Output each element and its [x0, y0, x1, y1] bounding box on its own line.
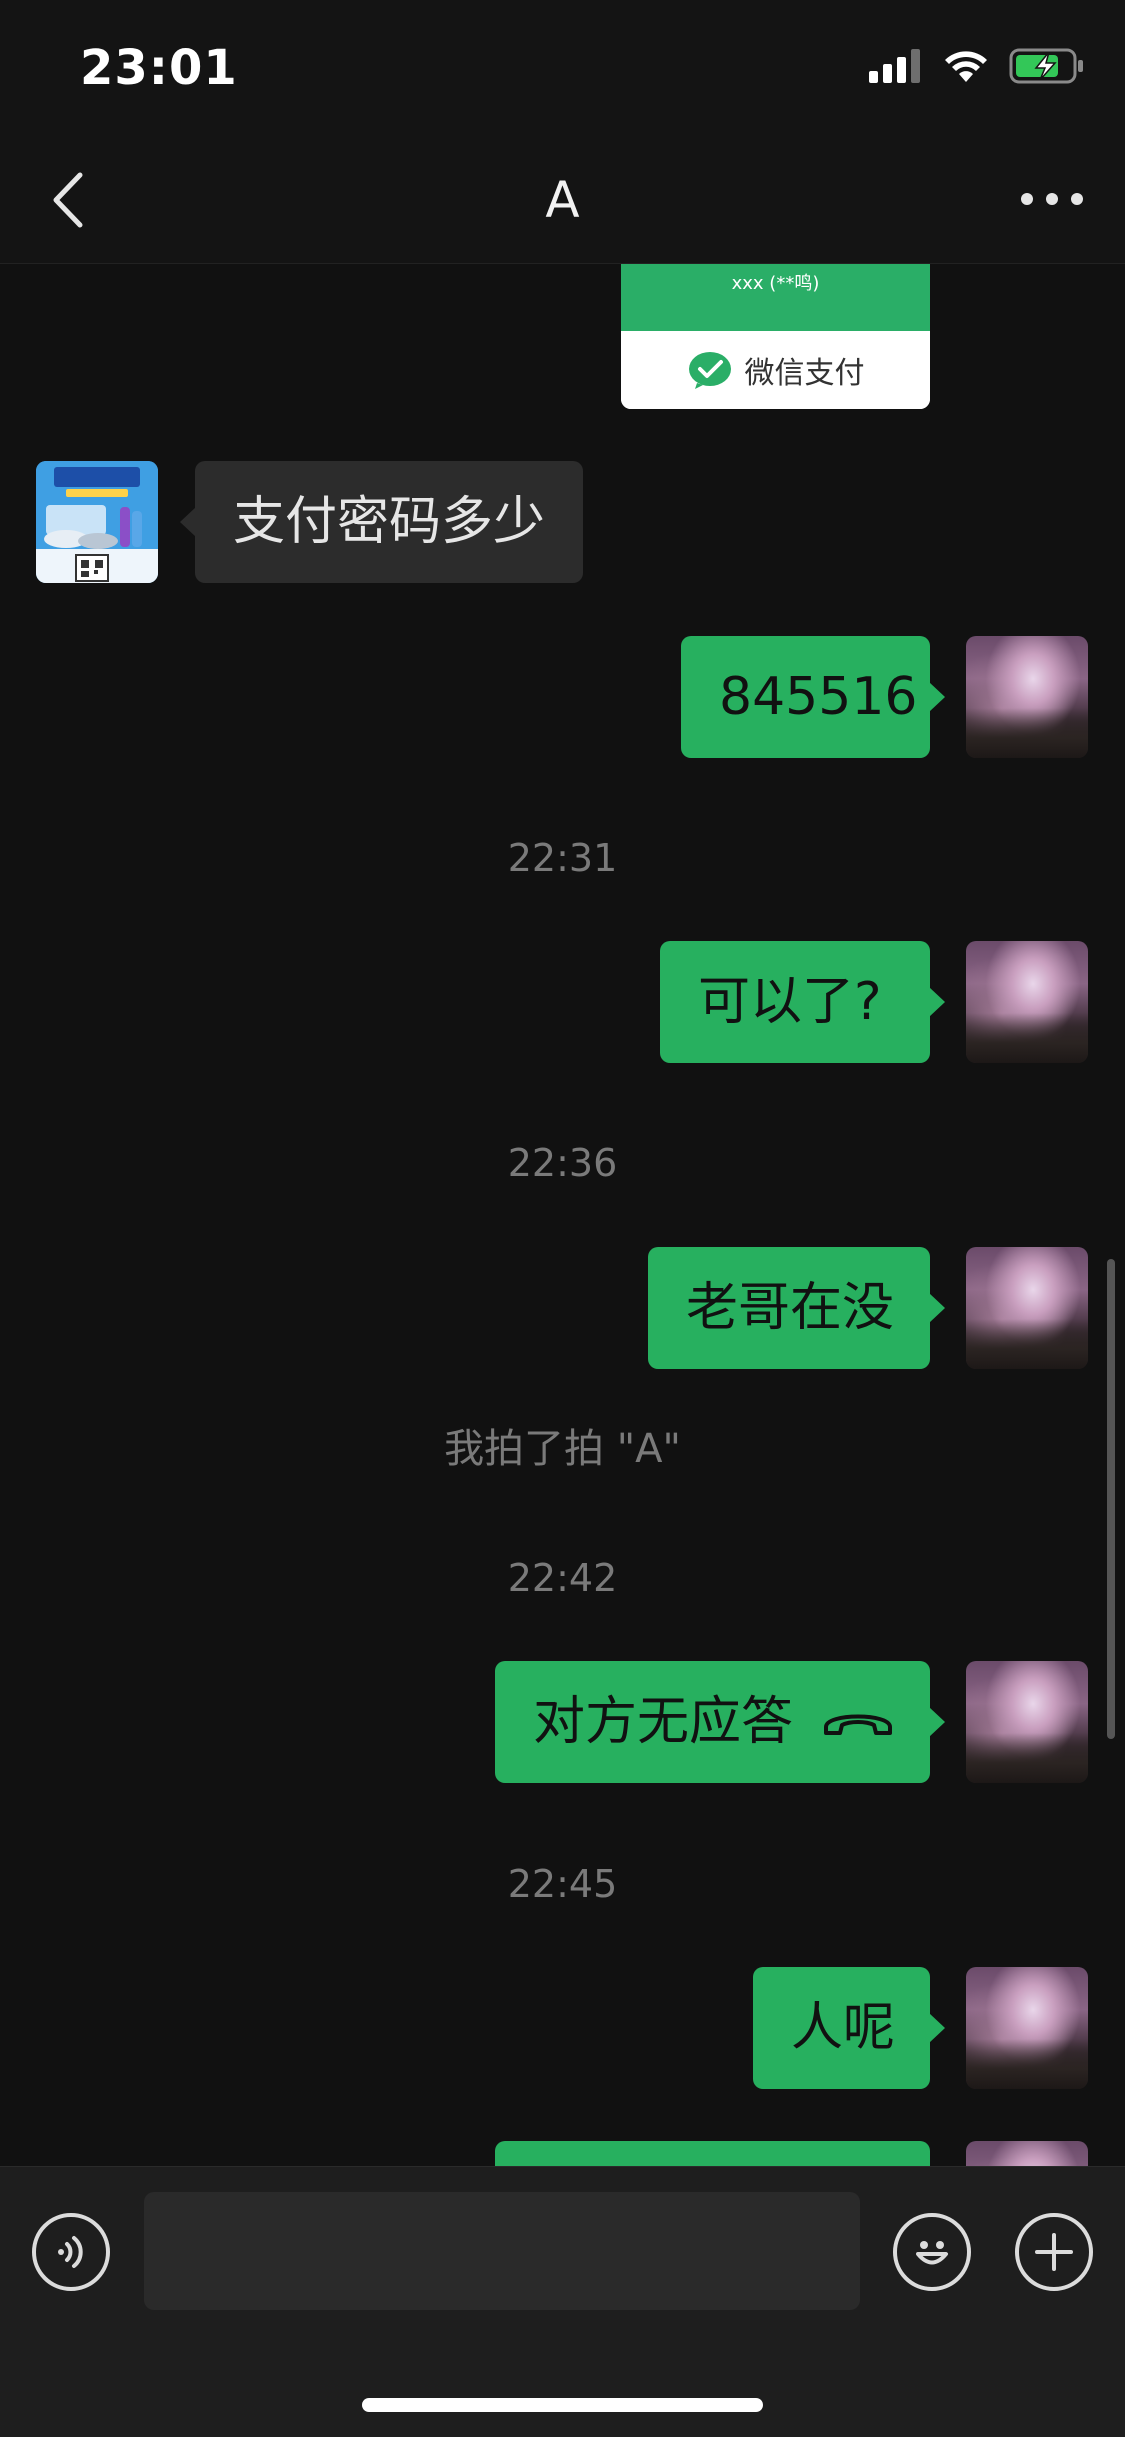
system-message-pat: 我拍了拍 "A"	[444, 1426, 681, 1472]
wechat-pay-icon	[688, 352, 731, 389]
more-dots-icon	[1021, 193, 1083, 205]
scroll-indicator[interactable]	[1107, 1259, 1115, 1739]
chat-title: A	[545, 171, 580, 229]
pay-card-footer: 微信支付	[621, 331, 930, 409]
my-avatar[interactable]	[966, 1247, 1088, 1369]
message-timestamp: 22:42	[507, 1556, 618, 1600]
message-bubble-outgoing-partial[interactable]	[495, 2141, 930, 2166]
plus-icon	[1035, 2233, 1073, 2271]
pay-card-payee: xxx (**鸣)	[621, 264, 930, 331]
my-avatar[interactable]	[966, 1661, 1088, 1783]
input-bar	[0, 2166, 1125, 2437]
message-input[interactable]	[144, 2192, 860, 2310]
more-functions-button[interactable]	[1015, 2213, 1093, 2291]
contact-avatar[interactable]	[36, 461, 158, 583]
smiley-icon	[916, 2241, 948, 2265]
wifi-icon	[945, 51, 987, 82]
nav-bar: A	[0, 135, 1125, 264]
my-avatar[interactable]	[966, 2141, 1088, 2166]
my-avatar[interactable]	[966, 636, 1088, 758]
voice-input-button[interactable]	[32, 2213, 110, 2291]
wechat-pay-card[interactable]: xxx (**鸣) 微信支付	[621, 264, 930, 409]
voice-icon	[58, 2236, 83, 2268]
message-bubble-outgoing[interactable]: 人呢	[753, 1967, 945, 2089]
battery-charging-icon	[1009, 48, 1083, 84]
voice-call-bubble[interactable]: 对方无应答	[495, 1661, 945, 1783]
call-status-text: 对方无应答	[533, 1692, 794, 1752]
emoji-button[interactable]	[893, 2213, 971, 2291]
home-indicator[interactable]	[362, 2398, 763, 2412]
phone-hangup-icon	[824, 1714, 892, 1735]
message-bubble-outgoing[interactable]: 845516	[681, 636, 945, 758]
my-avatar[interactable]	[966, 941, 1088, 1063]
status-time: 23:01	[80, 40, 238, 96]
status-bar: 23:01	[0, 0, 1125, 135]
status-icons	[869, 48, 1085, 84]
message-bubble-outgoing[interactable]: 可以了?	[660, 941, 945, 1063]
my-avatar[interactable]	[966, 1967, 1088, 2089]
message-timestamp: 22:45	[507, 1862, 618, 1906]
message-timestamp: 22:31	[507, 836, 618, 880]
chat-area[interactable]: xxx (**鸣) 微信支付 支付密码多少 845516 22:31 可以了? …	[0, 264, 1125, 2166]
cellular-signal-icon	[869, 49, 920, 83]
contact-avatar-image	[36, 461, 158, 583]
more-options-button[interactable]	[1017, 179, 1087, 219]
message-bubble-outgoing[interactable]: 老哥在没	[648, 1247, 945, 1369]
message-timestamp: 22:36	[507, 1141, 618, 1185]
pay-card-brand: 微信支付	[744, 356, 865, 391]
message-bubble-incoming[interactable]: 支付密码多少	[179, 461, 584, 583]
